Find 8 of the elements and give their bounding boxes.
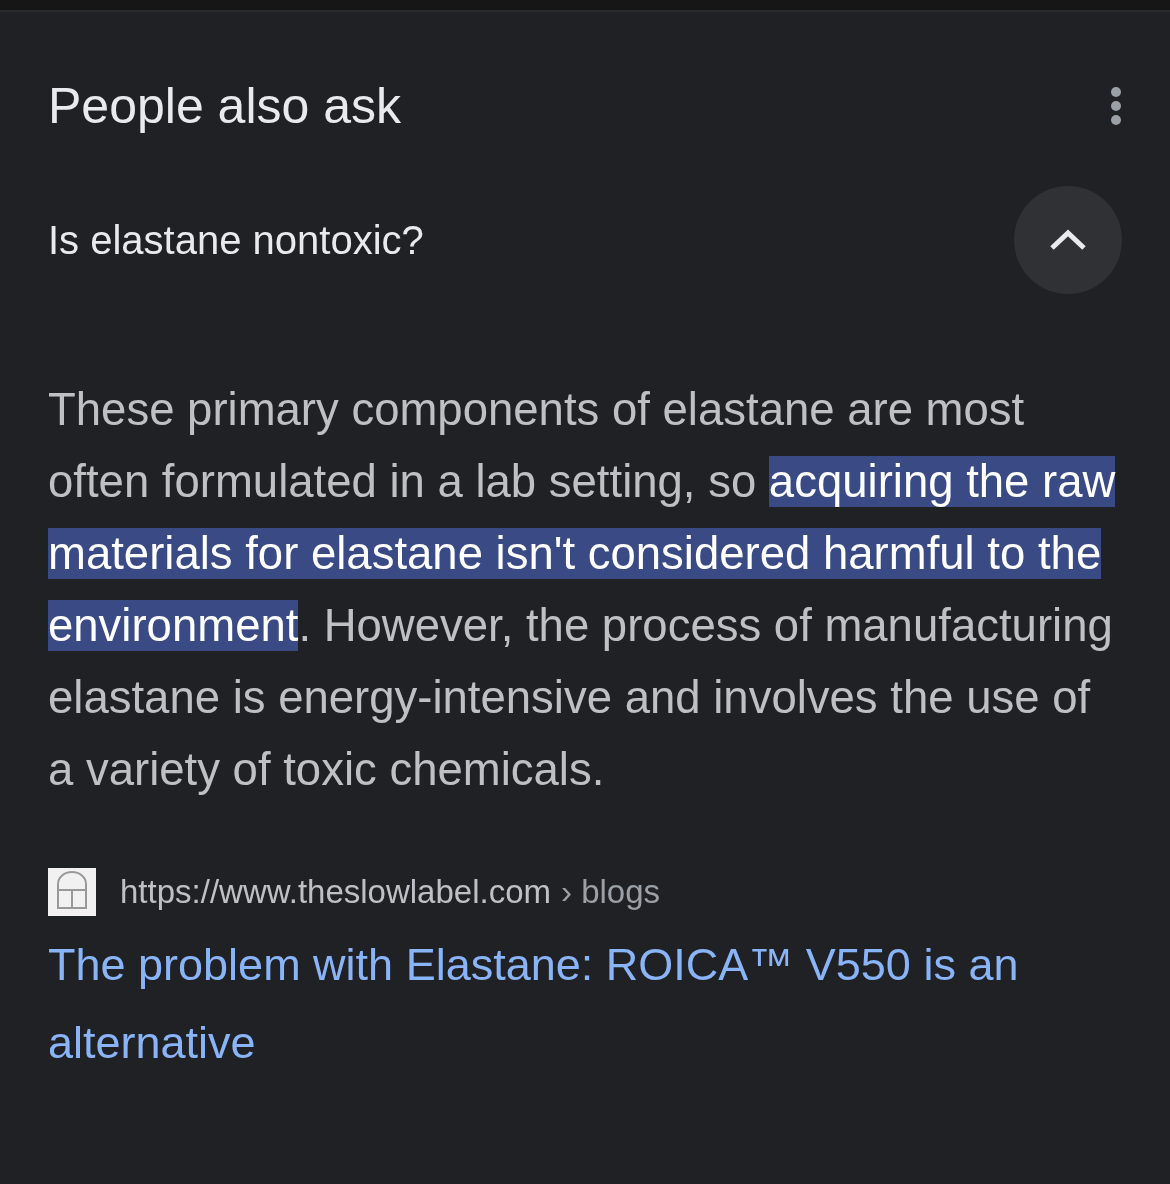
answer-paragraph: These primary components of elastane are most often formulated in a lab setting, so acquiring the raw materials for elastane isn't considered harmful to the environment. However, the process of manufacturing elastane is energy-intensive and involves the use of a variety of toxic chemicals. xyxy=(48,383,1117,797)
section-heading: People also ask xyxy=(48,77,401,136)
breadcrumb: › blogs xyxy=(561,873,661,911)
result-title-link[interactable]: The problem with Elastane: ROICA™ V550 is an alternative xyxy=(48,926,1122,1082)
question-text[interactable]: Is elastane nontoxic? xyxy=(48,217,424,263)
site-favicon-icon xyxy=(48,868,96,916)
chevron-up-icon xyxy=(1048,228,1088,252)
source-url[interactable]: https://www.theslowlabel.com xyxy=(120,873,551,911)
